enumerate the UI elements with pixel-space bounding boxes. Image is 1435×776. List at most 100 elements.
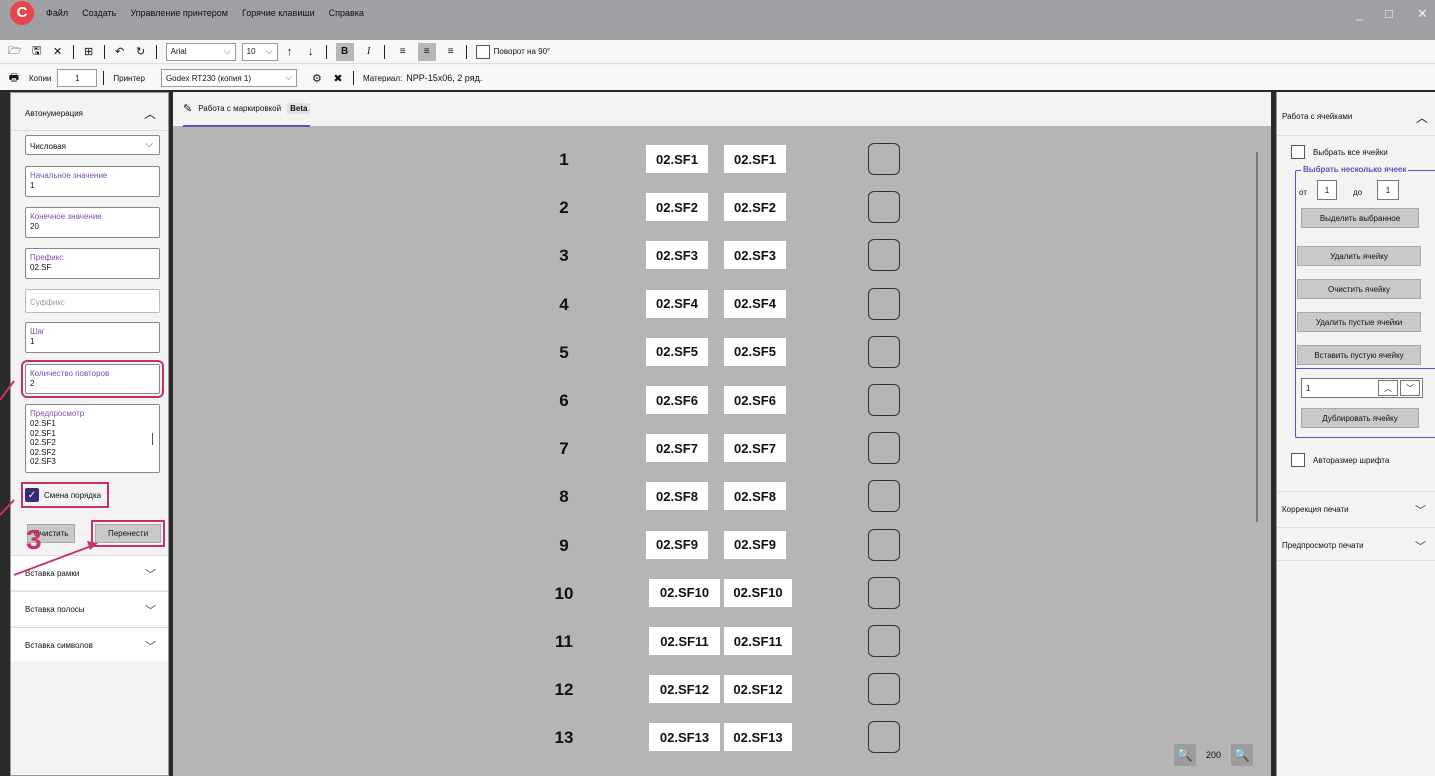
cell-right[interactable]: 02.SF11 <box>724 627 792 655</box>
menu-file[interactable]: Файл <box>46 8 68 18</box>
cell-right[interactable]: 02.SF3 <box>724 241 786 270</box>
row-checkbox[interactable] <box>868 384 900 416</box>
checkbox-checked-icon[interactable]: ✓ <box>25 488 39 502</box>
duplicate-count-input[interactable]: 1 ︿ ﹀ <box>1301 378 1423 398</box>
close-icon[interactable]: ✕ <box>52 43 64 61</box>
zoom-in-icon[interactable]: 🔍 <box>1231 744 1253 766</box>
from-input[interactable]: 1 <box>1317 180 1337 200</box>
print-correction-section[interactable]: Коррекция печати ﹀ <box>1277 491 1435 525</box>
rotate-checkbox[interactable] <box>475 44 490 59</box>
arrow-up-icon[interactable]: ↑ <box>284 43 296 61</box>
cell-left[interactable]: 02.SF2 <box>646 193 708 222</box>
printer-icon[interactable]: 🖶 <box>8 69 20 87</box>
cell-right[interactable]: 02.SF13 <box>724 723 792 752</box>
copies-input[interactable]: 1 <box>57 69 98 87</box>
chevron-up-icon[interactable]: ︿ <box>144 105 156 122</box>
cell-right[interactable]: 02.SF5 <box>724 337 786 366</box>
select-all-checkbox[interactable] <box>1291 145 1305 159</box>
cell-left[interactable]: 02.SF3 <box>646 241 708 270</box>
clear-cell-button[interactable]: Очистить ячейку <box>1297 279 1421 299</box>
cell-left[interactable]: 02.SF13 <box>649 723 720 752</box>
row-checkbox[interactable] <box>868 239 900 272</box>
numbering-type-select[interactable]: Числовая ⌵ <box>25 135 160 155</box>
redo-icon[interactable]: ↻ <box>135 43 147 61</box>
repeats-field[interactable]: Количество повторов 2 <box>21 360 164 398</box>
cell-right[interactable]: 02.SF2 <box>724 193 786 222</box>
size-select[interactable]: 10 ⌵ <box>241 42 278 61</box>
row-checkbox[interactable] <box>868 528 900 561</box>
undo-icon[interactable]: ↶ <box>114 43 126 61</box>
maximize-button[interactable]: □ <box>1385 6 1393 21</box>
chevron-up-icon[interactable]: ︿ <box>1378 380 1398 396</box>
print-preview-section[interactable]: Предпросмотр печати ﹀ <box>1277 527 1435 561</box>
cell-left[interactable]: 02.SF12 <box>649 675 720 704</box>
autonumbering-header[interactable]: Автонумерация ︿ <box>11 93 168 131</box>
prefix-field[interactable]: Префикс 02.SF <box>25 248 160 279</box>
cell-right[interactable]: 02.SF7 <box>724 434 786 463</box>
cell-left[interactable]: 02.SF7 <box>646 434 708 463</box>
menu-hotkeys[interactable]: Горячие клавиши <box>242 8 315 18</box>
cell-right[interactable]: 02.SF8 <box>724 482 786 511</box>
font-select[interactable]: Arial ⌵ <box>165 42 236 61</box>
stripe-section[interactable]: Вставка полосы ﹀ <box>11 591 168 625</box>
cell-left[interactable]: 02.SF9 <box>646 530 708 559</box>
cell-right[interactable]: 02.SF12 <box>724 675 792 704</box>
printer-select[interactable]: Godex RT230 (копия 1) ⌵ <box>160 69 297 87</box>
row-checkbox[interactable] <box>868 625 900 657</box>
save-icon[interactable]: 🖫 <box>31 43 43 61</box>
delete-empty-button[interactable]: Удалить пустые ячейки <box>1297 312 1421 332</box>
row-checkbox[interactable] <box>868 480 900 513</box>
arrow-down-icon[interactable]: ↓ <box>305 43 317 61</box>
cell-left[interactable]: 02.SF4 <box>646 289 708 318</box>
cell-right[interactable]: 02.SF9 <box>724 530 786 559</box>
duplicate-cell-button[interactable]: Дублировать ячейку <box>1301 408 1419 428</box>
row-checkbox[interactable] <box>868 673 900 706</box>
grid-icon[interactable]: ⊞ <box>83 43 95 61</box>
cell-left[interactable]: 02.SF1 <box>646 145 708 173</box>
cell-left[interactable]: 02.SF8 <box>646 482 708 511</box>
step-field[interactable]: Шаг 1 <box>25 322 160 353</box>
italic-icon[interactable]: I <box>360 43 378 61</box>
row-checkbox[interactable] <box>868 287 900 320</box>
cell-left[interactable]: 02.SF11 <box>649 627 720 655</box>
bold-icon[interactable]: B <box>335 42 354 61</box>
cell-right[interactable]: 02.SF10 <box>724 578 792 607</box>
zoom-out-icon[interactable]: 🔍 <box>1173 744 1196 766</box>
order-toggle[interactable]: ✓ Смена порядка <box>20 482 110 508</box>
select-all-row[interactable]: Выбрать все ячейки <box>1291 145 1388 159</box>
end-value-field[interactable]: Конечное значение 20 <box>25 207 160 238</box>
cells-header[interactable]: Работа с ячейками ︿ <box>1277 92 1435 136</box>
start-value-field[interactable]: Начальное значение 1 <box>25 166 160 197</box>
insert-empty-button[interactable]: Вставить пустую ячейку <box>1297 345 1421 365</box>
delete-cell-button[interactable]: Удалить ячейку <box>1297 246 1421 266</box>
align-center-icon[interactable]: ≡ <box>417 42 436 61</box>
cell-right[interactable]: 02.SF4 <box>724 289 786 318</box>
select-cells-button[interactable]: Выделить выбранное <box>1301 208 1419 228</box>
close-window-button[interactable]: ✕ <box>1417 6 1428 22</box>
row-checkbox[interactable] <box>868 576 900 609</box>
align-right-icon[interactable]: ≡ <box>442 43 460 61</box>
chevron-down-icon[interactable]: ﹀ <box>1400 380 1420 396</box>
menu-printer[interactable]: Управление принтером <box>130 8 228 18</box>
autosize-row[interactable]: Авторазмер шрифта <box>1291 453 1389 467</box>
frame-section[interactable]: Вставка рамки ﹀ <box>11 555 168 589</box>
cell-right[interactable]: 02.SF1 <box>724 145 786 173</box>
cell-left[interactable]: 02.SF6 <box>646 386 708 414</box>
row-checkbox[interactable] <box>868 143 900 175</box>
menu-help[interactable]: Справка <box>329 8 364 18</box>
symbols-section[interactable]: Вставка символов ﹀ <box>11 627 168 661</box>
cell-right[interactable]: 02.SF6 <box>724 386 786 414</box>
vertical-scrollbar[interactable] <box>1256 152 1258 522</box>
minimize-button[interactable]: _ <box>1356 6 1363 21</box>
open-folder-icon[interactable]: 🗁 <box>8 43 22 61</box>
suffix-field[interactable]: Суффикс <box>25 289 160 313</box>
row-checkbox[interactable] <box>868 721 900 754</box>
tools-icon[interactable]: ✖ <box>332 69 344 87</box>
cell-left[interactable]: 02.SF5 <box>646 337 708 366</box>
row-checkbox[interactable] <box>868 335 900 368</box>
menu-create[interactable]: Создать <box>82 8 116 18</box>
align-left-icon[interactable]: ≡ <box>394 43 412 61</box>
tab-marking[interactable]: ✎ Работа с маркировкой Beta <box>183 102 311 127</box>
cell-left[interactable]: 02.SF10 <box>649 578 720 607</box>
gear-icon[interactable]: ⚙ <box>311 69 323 87</box>
